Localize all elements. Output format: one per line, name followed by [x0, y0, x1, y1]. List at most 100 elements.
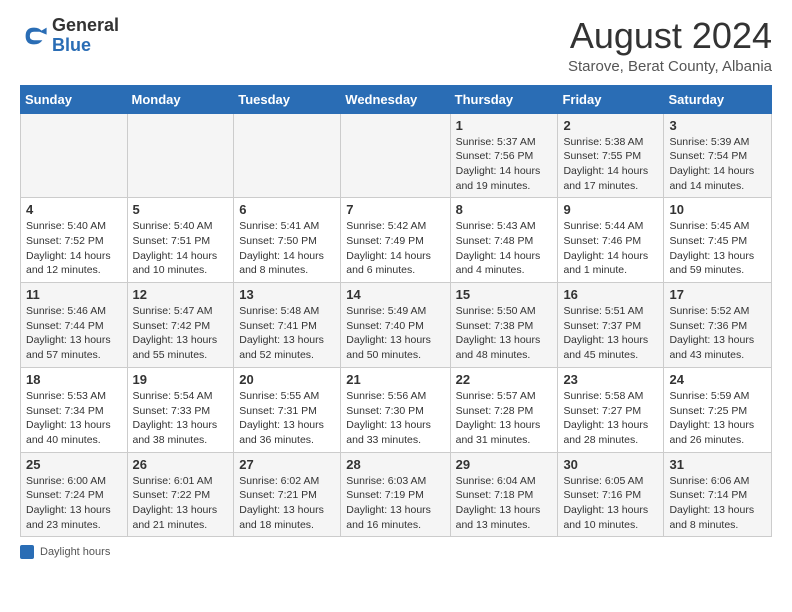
footer: Daylight hours: [20, 545, 772, 559]
calendar-week-row: 1Sunrise: 5:37 AMSunset: 7:56 PMDaylight…: [21, 113, 772, 198]
day-number: 20: [239, 372, 335, 387]
calendar-cell: 13 Sunrise: 5:48 AMSunset: 7:41 PMDayligh…: [234, 283, 341, 368]
day-info: Sunrise: 6:03 AMSunset: 7:19 PMDaylight:…: [346, 474, 444, 533]
day-number: 8: [456, 202, 553, 217]
calendar-cell: 25 Sunrise: 6:00 AMSunset: 7:24 PMDayligh…: [21, 452, 128, 537]
day-number: 29: [456, 457, 553, 472]
day-number: 19: [133, 372, 229, 387]
day-info: Sunrise: 6:06 AMSunset: 7:14 PMDaylight:…: [669, 474, 766, 533]
day-info: Sunrise: 5:54 AMSunset: 7:33 PMDaylight:…: [133, 389, 229, 448]
calendar-cell: 9Sunrise: 5:44 AMSunset: 7:46 PMDaylight…: [558, 198, 664, 283]
day-number: 13: [239, 287, 335, 302]
calendar-cell: 3 Sunrise: 5:39 AMSunset: 7:54 PMDaylight…: [664, 113, 772, 198]
calendar-cell: 8 Sunrise: 5:43 AMSunset: 7:48 PMDaylight…: [450, 198, 558, 283]
day-info: Sunrise: 5:38 AMSunset: 7:55 PMDaylight:…: [563, 135, 658, 194]
calendar-cell: 10 Sunrise: 5:45 AMSunset: 7:45 PMDayligh…: [664, 198, 772, 283]
day-info: Sunrise: 5:46 AMSunset: 7:44 PMDaylight:…: [26, 304, 122, 363]
day-info: Sunrise: 6:00 AMSunset: 7:24 PMDaylight:…: [26, 474, 122, 533]
day-number: 28: [346, 457, 444, 472]
day-number: 25: [26, 457, 122, 472]
calendar-cell: [234, 113, 341, 198]
calendar-table: SundayMondayTuesdayWednesdayThursdayFrid…: [20, 85, 772, 538]
day-info: Sunrise: 6:05 AMSunset: 7:16 PMDaylight:…: [563, 474, 658, 533]
day-info: Sunrise: 5:37 AMSunset: 7:56 PMDaylight:…: [456, 135, 553, 194]
day-info: Sunrise: 6:04 AMSunset: 7:18 PMDaylight:…: [456, 474, 553, 533]
calendar-cell: 28 Sunrise: 6:03 AMSunset: 7:19 PMDayligh…: [341, 452, 450, 537]
day-info: Sunrise: 5:50 AMSunset: 7:38 PMDaylight:…: [456, 304, 553, 363]
day-number: 23: [563, 372, 658, 387]
calendar-cell: 7Sunrise: 5:42 AMSunset: 7:49 PMDaylight…: [341, 198, 450, 283]
calendar-day-header: Thursday: [450, 85, 558, 113]
calendar-week-row: 4 Sunrise: 5:40 AMSunset: 7:52 PMDaylight…: [21, 198, 772, 283]
day-info: Sunrise: 5:48 AMSunset: 7:41 PMDaylight:…: [239, 304, 335, 363]
calendar-day-header: Sunday: [21, 85, 128, 113]
calendar-cell: 12 Sunrise: 5:47 AMSunset: 7:42 PMDayligh…: [127, 283, 234, 368]
day-number: 11: [26, 287, 122, 302]
calendar-cell: 1Sunrise: 5:37 AMSunset: 7:56 PMDaylight…: [450, 113, 558, 198]
calendar-cell: 29 Sunrise: 6:04 AMSunset: 7:18 PMDayligh…: [450, 452, 558, 537]
calendar-week-row: 11 Sunrise: 5:46 AMSunset: 7:44 PMDayligh…: [21, 283, 772, 368]
location-subtitle: Starove, Berat County, Albania: [568, 58, 772, 75]
logo-icon: [20, 22, 48, 50]
day-number: 17: [669, 287, 766, 302]
day-number: 31: [669, 457, 766, 472]
calendar-cell: 2 Sunrise: 5:38 AMSunset: 7:55 PMDaylight…: [558, 113, 664, 198]
day-info: Sunrise: 5:45 AMSunset: 7:45 PMDaylight:…: [669, 219, 766, 278]
day-number: 7: [346, 202, 444, 217]
day-info: Sunrise: 5:51 AMSunset: 7:37 PMDaylight:…: [563, 304, 658, 363]
calendar-day-header: Monday: [127, 85, 234, 113]
calendar-cell: 27Sunrise: 6:02 AMSunset: 7:21 PMDayligh…: [234, 452, 341, 537]
day-number: 26: [133, 457, 229, 472]
day-info: Sunrise: 5:47 AMSunset: 7:42 PMDaylight:…: [133, 304, 229, 363]
day-number: 18: [26, 372, 122, 387]
day-number: 6: [239, 202, 335, 217]
calendar-cell: 23Sunrise: 5:58 AMSunset: 7:27 PMDayligh…: [558, 367, 664, 452]
calendar-cell: 17 Sunrise: 5:52 AMSunset: 7:36 PMDayligh…: [664, 283, 772, 368]
day-info: Sunrise: 5:39 AMSunset: 7:54 PMDaylight:…: [669, 135, 766, 194]
daylight-dot: [20, 545, 34, 559]
logo: GeneralBlue: [20, 16, 119, 56]
calendar-cell: [21, 113, 128, 198]
calendar-week-row: 18 Sunrise: 5:53 AMSunset: 7:34 PMDayligh…: [21, 367, 772, 452]
day-number: 30: [563, 457, 658, 472]
calendar-cell: 11 Sunrise: 5:46 AMSunset: 7:44 PMDayligh…: [21, 283, 128, 368]
calendar-cell: 22 Sunrise: 5:57 AMSunset: 7:28 PMDayligh…: [450, 367, 558, 452]
day-info: Sunrise: 5:57 AMSunset: 7:28 PMDaylight:…: [456, 389, 553, 448]
day-info: Sunrise: 5:55 AMSunset: 7:31 PMDaylight:…: [239, 389, 335, 448]
day-info: Sunrise: 6:01 AMSunset: 7:22 PMDaylight:…: [133, 474, 229, 533]
day-number: 3: [669, 118, 766, 133]
calendar-week-row: 25 Sunrise: 6:00 AMSunset: 7:24 PMDayligh…: [21, 452, 772, 537]
calendar-cell: 6Sunrise: 5:41 AMSunset: 7:50 PMDaylight…: [234, 198, 341, 283]
day-info: Sunrise: 5:40 AMSunset: 7:52 PMDaylight:…: [26, 219, 122, 278]
calendar-cell: 26 Sunrise: 6:01 AMSunset: 7:22 PMDayligh…: [127, 452, 234, 537]
day-number: 22: [456, 372, 553, 387]
day-number: 10: [669, 202, 766, 217]
day-info: Sunrise: 5:43 AMSunset: 7:48 PMDaylight:…: [456, 219, 553, 278]
day-number: 12: [133, 287, 229, 302]
calendar-day-header: Friday: [558, 85, 664, 113]
day-number: 2: [563, 118, 658, 133]
calendar-cell: 15 Sunrise: 5:50 AMSunset: 7:38 PMDayligh…: [450, 283, 558, 368]
calendar-cell: 24Sunrise: 5:59 AMSunset: 7:25 PMDayligh…: [664, 367, 772, 452]
calendar-cell: 4 Sunrise: 5:40 AMSunset: 7:52 PMDaylight…: [21, 198, 128, 283]
calendar-cell: 18 Sunrise: 5:53 AMSunset: 7:34 PMDayligh…: [21, 367, 128, 452]
daylight-label: Daylight hours: [40, 546, 110, 558]
day-number: 16: [563, 287, 658, 302]
day-info: Sunrise: 5:44 AMSunset: 7:46 PMDaylight:…: [563, 219, 658, 278]
day-number: 5: [133, 202, 229, 217]
day-info: Sunrise: 5:53 AMSunset: 7:34 PMDaylight:…: [26, 389, 122, 448]
calendar-cell: [341, 113, 450, 198]
day-info: Sunrise: 5:40 AMSunset: 7:51 PMDaylight:…: [133, 219, 229, 278]
calendar-cell: [127, 113, 234, 198]
calendar-day-header: Wednesday: [341, 85, 450, 113]
day-info: Sunrise: 6:02 AMSunset: 7:21 PMDaylight:…: [239, 474, 335, 533]
day-number: 15: [456, 287, 553, 302]
calendar-cell: 14 Sunrise: 5:49 AMSunset: 7:40 PMDayligh…: [341, 283, 450, 368]
calendar-day-header: Tuesday: [234, 85, 341, 113]
day-number: 4: [26, 202, 122, 217]
day-number: 24: [669, 372, 766, 387]
day-info: Sunrise: 5:49 AMSunset: 7:40 PMDaylight:…: [346, 304, 444, 363]
calendar-day-header: Saturday: [664, 85, 772, 113]
day-info: Sunrise: 5:52 AMSunset: 7:36 PMDaylight:…: [669, 304, 766, 363]
day-number: 14: [346, 287, 444, 302]
